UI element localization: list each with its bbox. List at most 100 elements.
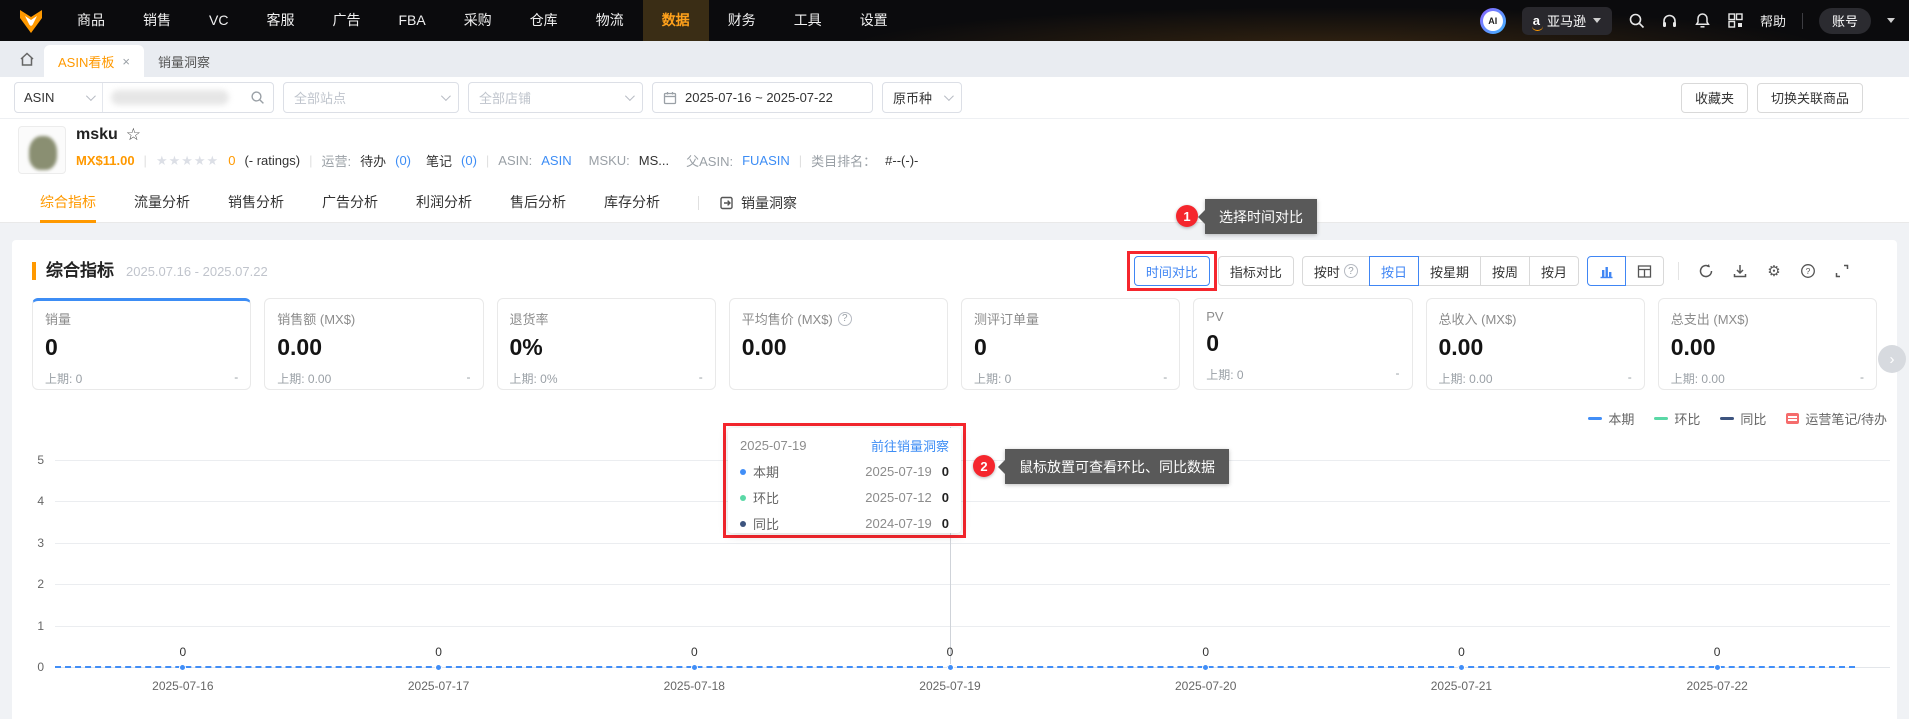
point-value-label: 0: [435, 645, 442, 659]
legend-item-环比[interactable]: 环比: [1654, 409, 1700, 428]
metric-compare-button[interactable]: 指标对比: [1217, 256, 1294, 286]
analysis-tab-综合指标[interactable]: 综合指标: [40, 183, 96, 223]
filter-bar: ASIN 全部站点 全部店铺 2025-07-16 ~ 2025-07-22 原…: [0, 77, 1909, 119]
switch-related-product-button[interactable]: 切换关联商品: [1756, 82, 1863, 113]
headset-icon[interactable]: [1661, 12, 1678, 29]
analysis-tab-库存分析[interactable]: 库存分析: [604, 183, 660, 223]
product-image[interactable]: [18, 126, 66, 174]
nav-item-商品[interactable]: 商品: [58, 0, 124, 41]
granularity-按星期[interactable]: 按星期: [1417, 256, 1481, 286]
help-circle-icon[interactable]: ?: [837, 311, 852, 326]
nav-item-工具[interactable]: 工具: [775, 0, 841, 41]
metric-card[interactable]: PV 0 上期: 0-: [1193, 298, 1413, 390]
granularity-按日[interactable]: 按日: [1368, 256, 1419, 286]
metric-card[interactable]: 销售额 (MX$) 0.00 上期: 0.00-: [264, 298, 484, 390]
nav-item-数据[interactable]: 数据: [642, 0, 709, 41]
nav-item-VC[interactable]: VC: [190, 0, 247, 41]
bell-icon[interactable]: [1694, 12, 1711, 29]
search-icon[interactable]: [1628, 12, 1645, 29]
asin-link[interactable]: ASIN: [541, 153, 571, 168]
ai-assistant-icon[interactable]: AI: [1479, 7, 1506, 34]
home-icon[interactable]: [10, 41, 44, 77]
metric-label: 测评订单量: [974, 312, 1040, 327]
analysis-tab-流量分析[interactable]: 流量分析: [134, 183, 190, 223]
fullscreen-icon[interactable]: [1833, 262, 1851, 280]
legend-item-运营笔记/待办[interactable]: 运营笔记/待办: [1786, 409, 1887, 428]
metric-card[interactable]: 测评订单量 0 上期: 0-: [961, 298, 1181, 390]
metric-label: 销售额 (MX$): [277, 312, 356, 327]
nav-item-设置[interactable]: 设置: [841, 0, 907, 41]
shop-select[interactable]: 全部店铺: [468, 82, 643, 113]
help-circle-icon[interactable]: ?: [1799, 262, 1817, 280]
help-circle-icon[interactable]: ?: [1343, 264, 1358, 278]
tab-asin-dashboard[interactable]: ASIN看板 ×: [44, 45, 144, 77]
chart-view-button[interactable]: [1587, 256, 1626, 286]
legend-item-本期[interactable]: 本期: [1588, 409, 1634, 428]
time-compare-button[interactable]: 时间对比: [1133, 256, 1210, 286]
chart-point[interactable]: [1713, 663, 1721, 671]
metric-card[interactable]: 退货率 0% 上期: 0% -: [496, 298, 716, 390]
nav-item-销售[interactable]: 销售: [124, 0, 190, 41]
chart-point[interactable]: [179, 663, 187, 671]
chevron-down-icon: [943, 91, 954, 102]
asin-search-control: ASIN: [14, 82, 274, 113]
note-count-link[interactable]: (0): [461, 153, 477, 168]
nav-item-物流[interactable]: 物流: [577, 0, 643, 41]
logo-icon[interactable]: [18, 8, 44, 34]
gridline: [55, 542, 1890, 544]
todo-count-link[interactable]: (0): [395, 153, 411, 168]
site-select[interactable]: 全部站点: [283, 82, 459, 113]
search-input[interactable]: [103, 90, 273, 105]
marketplace-switcher[interactable]: a 亚马逊: [1521, 6, 1612, 35]
chart-point[interactable]: [435, 663, 443, 671]
granularity-按周[interactable]: 按周: [1479, 256, 1530, 286]
metric-card[interactable]: 总支出 (MX$) 0.00 上期: 0.00-: [1657, 298, 1877, 390]
close-icon[interactable]: ×: [122, 54, 130, 69]
analysis-tab-广告分析[interactable]: 广告分析: [322, 183, 378, 223]
analysis-tab-销售分析[interactable]: 销售分析: [228, 183, 284, 223]
parent-asin-link[interactable]: FUASIN: [742, 153, 790, 168]
nav-item-广告[interactable]: 广告: [313, 0, 379, 41]
search-icon[interactable]: [250, 90, 265, 105]
tooltip-row-环比: 环比 2025-07-12 0: [740, 488, 949, 507]
help-link[interactable]: 帮助: [1760, 11, 1786, 30]
analysis-tab-售后分析[interactable]: 售后分析: [510, 183, 566, 223]
granularity-按时[interactable]: 按时?: [1301, 256, 1370, 286]
go-to-sales-insight-link[interactable]: 前往销量洞察: [871, 436, 949, 455]
table-view-button[interactable]: [1625, 256, 1664, 286]
apps-grid-icon[interactable]: [1727, 12, 1744, 29]
granularity-按月[interactable]: 按月: [1528, 256, 1579, 286]
metric-prev: 上期: 0-: [45, 370, 239, 386]
sales-insight-link[interactable]: 销量洞察: [719, 193, 797, 213]
divider: [1801, 12, 1803, 29]
metric-card[interactable]: 平均售价 (MX$)? 0.00: [728, 298, 948, 390]
favorite-star-icon[interactable]: ☆: [126, 125, 141, 145]
gear-icon[interactable]: ⚙: [1765, 262, 1783, 280]
chevron-down-icon[interactable]: [1887, 18, 1895, 23]
nav-item-仓库[interactable]: 仓库: [511, 0, 577, 41]
analysis-tab-利润分析[interactable]: 利润分析: [416, 183, 472, 223]
legend-item-同比[interactable]: 同比: [1720, 409, 1766, 428]
nav-item-采购[interactable]: 采购: [445, 0, 511, 41]
arrow-export-icon: [720, 196, 733, 209]
currency-select[interactable]: 原币种: [882, 82, 962, 113]
nav-item-客服[interactable]: 客服: [247, 0, 313, 41]
account-menu[interactable]: 账号: [1818, 7, 1871, 34]
chart-point[interactable]: [1202, 663, 1210, 671]
download-icon[interactable]: [1731, 262, 1749, 280]
favorites-button[interactable]: 收藏夹: [1680, 82, 1748, 113]
granularity-group: 按时? 按日 按星期 按周 按月: [1301, 256, 1579, 286]
chart-point[interactable]: [690, 663, 698, 671]
metric-value: 0.00: [1670, 334, 1716, 360]
tab-sales-insight[interactable]: 销量洞察: [144, 45, 224, 77]
carousel-next-icon[interactable]: ›: [1878, 345, 1906, 373]
date-range-picker[interactable]: 2025-07-16 ~ 2025-07-22: [652, 82, 873, 113]
metric-card[interactable]: 销量 0 上期: 0-: [32, 298, 252, 390]
metric-card[interactable]: 总收入 (MX$) 0.00 上期: 0.00-: [1425, 298, 1645, 390]
refresh-icon[interactable]: [1697, 262, 1715, 280]
search-type-select[interactable]: ASIN: [15, 83, 103, 112]
chart-point[interactable]: [1457, 663, 1465, 671]
chart-point[interactable]: [946, 663, 954, 671]
nav-item-FBA[interactable]: FBA: [379, 0, 444, 41]
nav-item-财务[interactable]: 财务: [709, 0, 775, 41]
